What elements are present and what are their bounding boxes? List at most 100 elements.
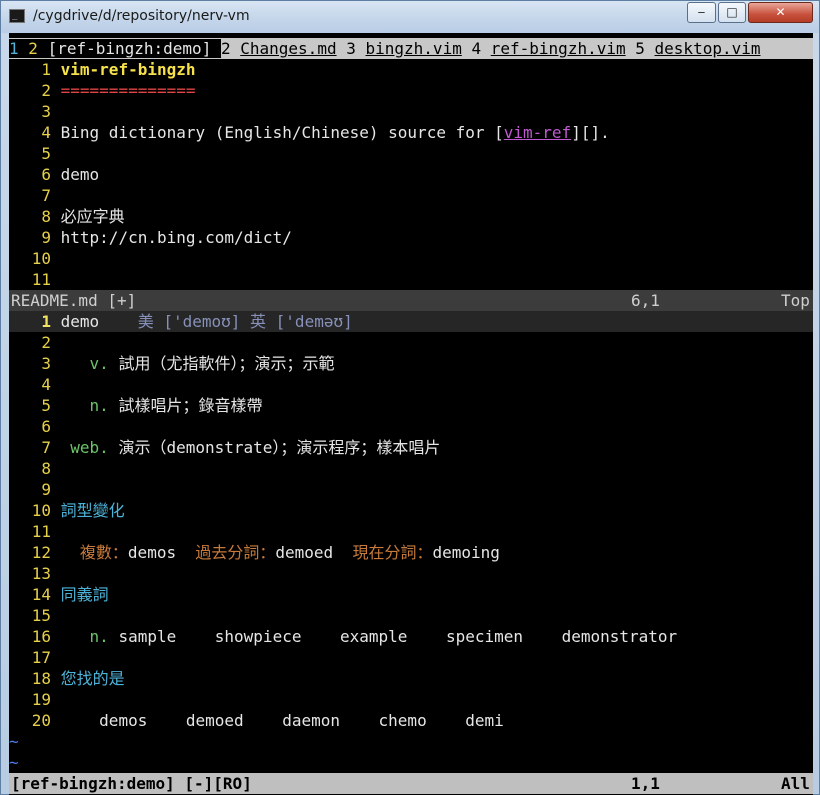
editor-line[interactable]: 16 n. sample showpiece example specimen … [9,626,813,647]
pos-tag: v. [89,354,109,373]
line-text: 必应字典 [60,207,125,226]
status-line-bottom[interactable]: [ref-bingzh:demo] [-][RO] 1,1 All [9,773,813,794]
editor-line[interactable]: 7 web. 演示（demonstrate）；演示程序；樣本唱片 [9,437,813,458]
editor-line[interactable]: 6 demo [9,164,813,185]
tab-ref-bingzh[interactable]: 4 ref-bingzh.vim [471,38,635,59]
tab-bingzh[interactable]: 3 bingzh.vim [346,38,471,59]
editor-line[interactable]: 2 [9,332,813,353]
vim-editor[interactable]: 1 2 [ref-bingzh:demo] 2 Changes.md 3 bin… [9,33,813,795]
tab-desktop[interactable]: 5 desktop.vim [635,38,760,59]
line-number: 5 [41,144,51,163]
tab-active[interactable]: 1 2 [ref-bingzh:demo] [9,39,221,58]
line-number: 8 [41,459,51,478]
line-number: 15 [31,606,51,625]
line-number: 6 [41,417,51,436]
suggestion: daemon [282,711,340,730]
definition: 試樣唱片；錄音樣帶 [118,396,263,415]
line-number: 4 [41,123,51,142]
status-line-top[interactable]: README.md [+] 6,1 Top [9,290,813,311]
line-number: 1 [41,60,51,79]
line-number: 2 [41,333,51,352]
tab-changes[interactable]: 2 Changes.md [221,38,346,59]
editor-line[interactable]: 9 http://cn.bing.com/dict/ [9,227,813,248]
form-label: 複數： [79,543,128,562]
editor-line[interactable]: 5 [9,143,813,164]
editor-line[interactable]: 8 必应字典 [9,206,813,227]
editor-line[interactable]: 13 [9,563,813,584]
line-number: 11 [31,522,51,541]
editor-line[interactable]: 11 [9,269,813,290]
synonym: example [340,627,408,646]
editor-line[interactable]: 15 [9,605,813,626]
line-number: 5 [41,396,51,415]
section-heading: 您找的是 [60,669,125,688]
editor-line[interactable]: 4 [9,374,813,395]
editor-line[interactable]: 8 [9,458,813,479]
line-text: Bing dictionary (English/Chinese) source… [60,123,504,142]
synonym: specimen [445,627,524,646]
status-filename: [ref-bingzh:demo] [-][RO] [11,774,252,793]
window-title: /cygdrive/d/repository/nerv-vm [33,8,250,24]
tilde-marker: ~ [9,753,19,772]
suggestion: chemo [378,711,427,730]
line-number: 14 [31,585,51,604]
line-text: demo [60,165,100,184]
form-value: demoing [432,543,500,562]
line-number: 8 [41,207,51,226]
section-heading: 同義詞 [60,585,109,604]
form-value: demoed [275,543,334,562]
line-number: 4 [41,375,51,394]
empty-line-marker: ~ [9,731,813,752]
form-label: 現在分詞： [352,543,433,562]
status-position: 1,1 [631,774,660,793]
editor-line[interactable]: 2 ============== [9,80,813,101]
tab-label: [ref-bingzh:demo] [47,39,212,58]
pos-tag: web. [70,438,109,457]
minimize-button[interactable]: ‒ [687,2,716,23]
editor-line[interactable]: 6 [9,416,813,437]
status-position: 6,1 [631,291,660,310]
form-value: demos [127,543,177,562]
editor-line[interactable]: 10 詞型變化 [9,500,813,521]
status-percent: All [781,774,810,793]
line-number: 20 [31,711,51,730]
line-number: 13 [31,564,51,583]
line-number: 19 [31,690,51,709]
title-bar[interactable]: _ /cygdrive/d/repository/nerv-vm ‒ □ ✕ [1,1,819,33]
editor-line[interactable]: 1 vim-ref-bingzh [9,59,813,80]
editor-line[interactable]: 18 您找的是 [9,668,813,689]
editor-line[interactable]: 19 [9,689,813,710]
editor-line-current[interactable]: 1 demo 美 ['demoʊ] 英 ['deməʊ] [9,311,813,332]
editor-line[interactable]: 12 複數：demos 過去分詞：demoed 現在分詞：demoing [9,542,813,563]
close-button[interactable]: ✕ [748,2,813,23]
editor-line[interactable]: 7 [9,185,813,206]
line-text: http://cn.bing.com/dict/ [60,228,292,247]
line-number: 10 [31,249,51,268]
editor-line[interactable]: 3 [9,101,813,122]
line-number: 11 [31,270,51,289]
line-number: 10 [31,501,51,520]
line-text: vim-ref-bingzh [60,60,196,79]
tabline: 1 2 [ref-bingzh:demo] 2 Changes.md 3 bin… [9,38,813,59]
editor-line[interactable]: 14 同義詞 [9,584,813,605]
line-number: 16 [31,627,51,646]
editor-line[interactable]: 3 v. 試用（尤指軟件）；演示；示範 [9,353,813,374]
line-text: ][]. [571,123,610,142]
headword: demo [60,312,100,331]
line-number: 9 [41,228,51,247]
section-heading: 詞型變化 [60,501,125,520]
editor-line[interactable]: 9 [9,479,813,500]
editor-line[interactable]: 4 Bing dictionary (English/Chinese) sour… [9,122,813,143]
suggestion: demi [465,711,504,730]
vim-ref-link[interactable]: vim-ref [504,123,571,142]
editor-line[interactable]: 10 [9,248,813,269]
editor-line[interactable]: 11 [9,521,813,542]
maximize-button[interactable]: □ [718,2,746,23]
editor-line[interactable]: 17 [9,647,813,668]
terminal-icon[interactable]: _ [9,9,25,23]
terminal-window: _ /cygdrive/d/repository/nerv-vm ‒ □ ✕ 1… [0,0,820,795]
tab-num: 3 [346,39,356,58]
form-label: 過去分詞： [195,543,276,562]
editor-line[interactable]: 5 n. 試樣唱片；錄音樣帶 [9,395,813,416]
editor-line[interactable]: 20 demos demoed daemon chemo demi [9,710,813,731]
